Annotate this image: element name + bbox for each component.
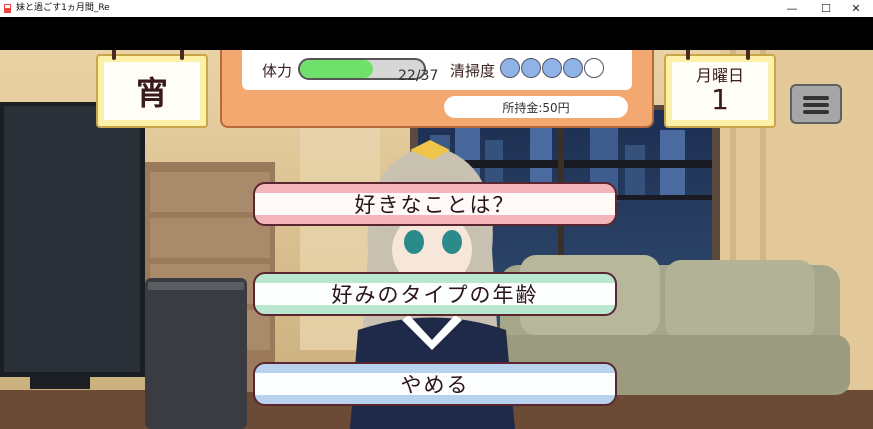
window-titlebar: 妹と過ごす1ヵ月間_Re — ☐ ✕ xyxy=(0,0,873,17)
stamina-text: 22/37 xyxy=(398,68,439,84)
cleaning-dot-filled xyxy=(521,58,541,78)
app-icon xyxy=(4,4,11,13)
calendar-face: 宵 xyxy=(104,62,200,120)
choice-button-quit[interactable]: やめる xyxy=(253,362,617,406)
cleaning-label: 清掃度 xyxy=(450,62,496,80)
cleaning-meter xyxy=(500,58,604,80)
cleaning-dot-empty xyxy=(584,58,604,78)
status-panel-inner: 体力 22/37 清掃度 xyxy=(242,50,632,90)
time-of-day-calendar: 宵 xyxy=(96,50,208,128)
close-button[interactable]: ✕ xyxy=(839,0,873,17)
choice-label: 好みのタイプの年齢 xyxy=(331,283,539,307)
cleaning-dot-filled xyxy=(542,58,562,78)
game-scene: 宵 月曜日 1 体力 22/37 清掃度 所持金:50円 好きなことは？ 好みの… xyxy=(0,50,873,429)
stamina-label: 体力 xyxy=(262,62,293,80)
status-panel: 体力 22/37 清掃度 所持金:50円 xyxy=(220,50,654,128)
calendar-ring xyxy=(112,50,116,60)
calendar-ring xyxy=(686,50,690,60)
cleaning-dot-filled xyxy=(500,58,520,78)
time-of-day-text: 宵 xyxy=(135,74,168,112)
choice-label: 好きなことは？ xyxy=(354,193,516,217)
maximize-button[interactable]: ☐ xyxy=(809,0,843,17)
window-title: 妹と過ごす1ヵ月間_Re xyxy=(16,3,110,13)
date-calendar: 月曜日 1 xyxy=(664,50,776,128)
day-number: 1 xyxy=(711,83,729,116)
menu-button[interactable] xyxy=(790,84,842,124)
letterbox-bar xyxy=(0,17,873,50)
calendar-face: 月曜日 1 xyxy=(672,62,768,120)
calendar-ring xyxy=(746,50,750,60)
cleaning-dot-filled xyxy=(563,58,583,78)
minimize-button[interactable]: — xyxy=(775,0,809,17)
money-box: 所持金:50円 xyxy=(444,96,628,118)
choice-button-age-type[interactable]: 好みのタイプの年齢 xyxy=(253,272,617,316)
choice-button-favorites[interactable]: 好きなことは？ xyxy=(253,182,617,226)
calendar-ring xyxy=(180,50,184,60)
choice-label: やめる xyxy=(400,373,470,397)
money-text: 所持金:50円 xyxy=(502,100,570,115)
stamina-bar-fill xyxy=(300,60,374,78)
